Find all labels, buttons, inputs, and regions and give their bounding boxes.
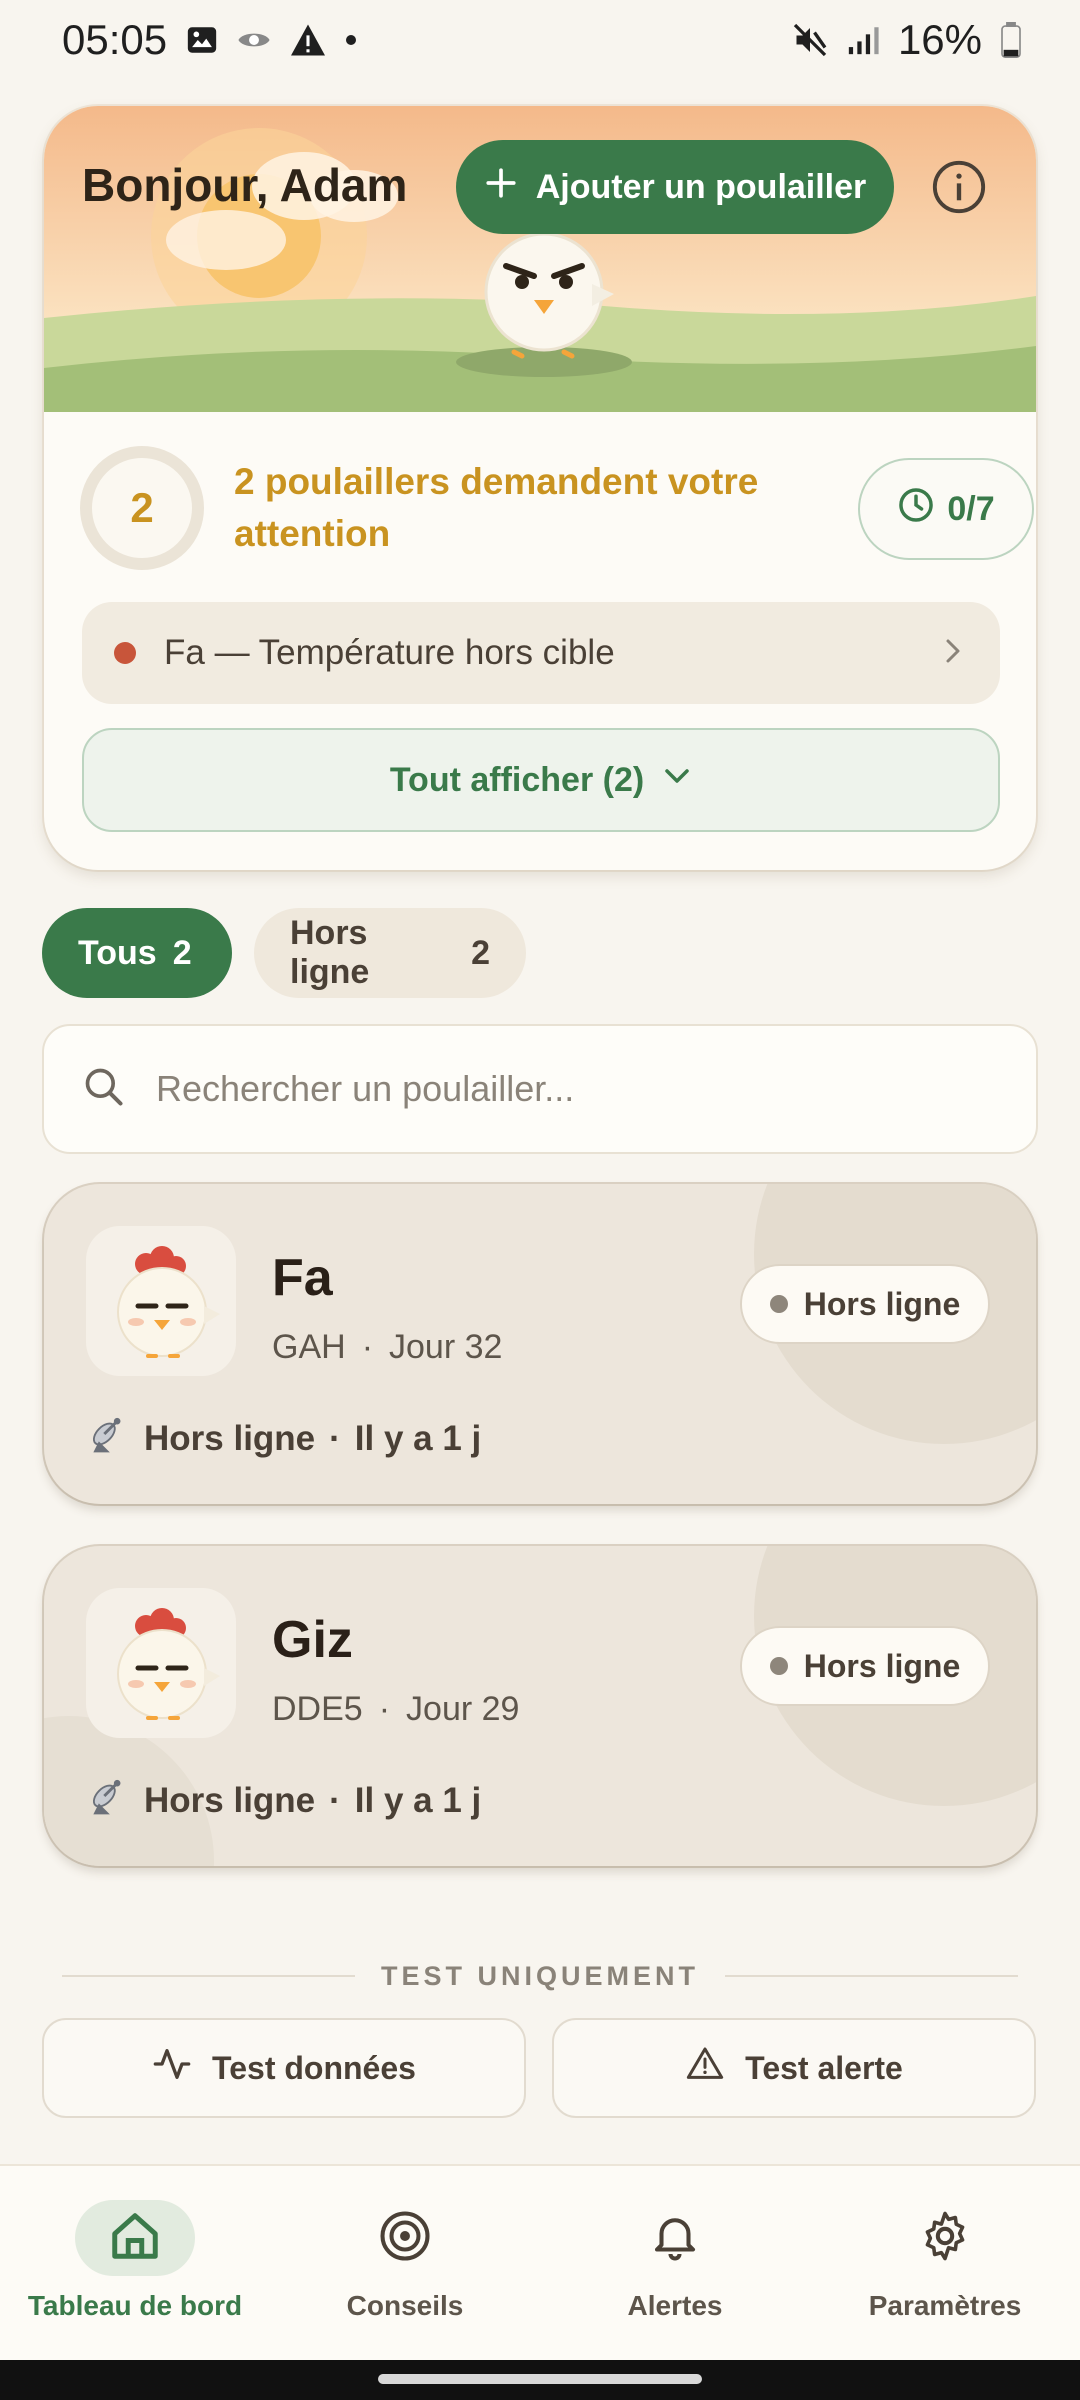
- info-icon: [930, 160, 988, 220]
- show-all-button[interactable]: Tout afficher (2): [82, 728, 1000, 832]
- divider-line: [62, 1975, 355, 1977]
- chevron-down-icon: [662, 761, 692, 800]
- connection-status: Hors ligne · Il y a 1 j: [86, 1412, 481, 1465]
- nav-item-alerts[interactable]: Alertes: [540, 2166, 810, 2362]
- filter-label: Tous: [78, 933, 157, 972]
- filter-count: 2: [172, 933, 192, 972]
- coop-day: Jour 32: [389, 1328, 503, 1366]
- gear-icon: [918, 2209, 972, 2268]
- coop-subtitle: GAH · Jour 32: [272, 1328, 502, 1367]
- coop-card[interactable]: Fa GAH · Jour 32 Hors ligne Hors ligne ·…: [44, 1184, 1036, 1504]
- alert-dot: [114, 642, 136, 664]
- info-button[interactable]: [930, 158, 988, 216]
- add-coop-button[interactable]: Ajouter un poulailler: [456, 140, 894, 234]
- warning-icon: [289, 23, 327, 57]
- activity-icon: [152, 2044, 192, 2092]
- greeting: Bonjour, Adam: [82, 159, 408, 211]
- filter-chip-all[interactable]: Tous 2: [42, 908, 232, 998]
- test-alert-button[interactable]: Test alerte: [552, 2018, 1036, 2118]
- clock-icon: [897, 486, 935, 533]
- status-label: Hors ligne: [803, 1647, 961, 1684]
- status-time: 05:05: [62, 16, 168, 63]
- attention-count: 2: [80, 446, 204, 570]
- battery-icon: [1000, 22, 1022, 58]
- mute-icon: [792, 22, 828, 58]
- image-icon: [185, 23, 219, 57]
- separator: ·: [329, 1418, 341, 1458]
- filter-label: Hors ligne: [290, 914, 370, 991]
- nav-label: Alertes: [627, 2290, 723, 2321]
- nav-label: Tableau de bord: [27, 2290, 243, 2321]
- separator: ·: [361, 1328, 374, 1366]
- target-icon: [378, 2209, 432, 2268]
- test-alert-label: Test alerte: [745, 2049, 903, 2086]
- divider-line: [725, 1975, 1019, 1977]
- search-placeholder: Rechercher un poulailler...: [156, 1068, 575, 1109]
- connection-label: Hors ligne: [144, 1418, 316, 1458]
- gesture-handle[interactable]: [378, 2374, 702, 2384]
- chicken-avatar: [86, 1226, 236, 1376]
- alert-text: Fa — Température hors cible: [164, 633, 615, 672]
- gesture-bar: [0, 2360, 1080, 2400]
- coop-code: GAH: [272, 1328, 346, 1366]
- coop-day: Jour 29: [406, 1690, 520, 1728]
- status-dot: [769, 1657, 788, 1675]
- warning-icon: [685, 2044, 725, 2092]
- test-label: TEST UNIQUEMENT: [381, 1960, 700, 1991]
- home-icon: [108, 2209, 162, 2268]
- plus-icon: [484, 166, 518, 209]
- nav-label: Conseils: [346, 2290, 464, 2321]
- status-bar: 05:05 16%: [0, 0, 1080, 80]
- nav-item-settings[interactable]: Paramètres: [810, 2166, 1080, 2362]
- search-icon: [82, 1065, 126, 1114]
- last-seen: Il y a 1 j: [354, 1780, 482, 1820]
- status-label: Hors ligne: [803, 1285, 961, 1322]
- show-all-label: Tout afficher (2): [389, 760, 645, 799]
- nav-item-tips[interactable]: Conseils: [270, 2166, 540, 2362]
- connection-status: Hors ligne · Il y a 1 j: [86, 1774, 481, 1827]
- signal-icon: [846, 23, 880, 57]
- status-badge: Hors ligne: [740, 1626, 990, 1706]
- separator: ·: [378, 1690, 391, 1728]
- battery-percent: 16%: [897, 16, 982, 63]
- attention-message: 2 poulaillers demandent votre attention: [234, 461, 759, 554]
- filter-chip-offline[interactable]: Hors ligne 2: [254, 908, 526, 998]
- attention-summary: 2 2 poulaillers demandent votre attentio…: [80, 446, 1034, 570]
- status-badge: Hors ligne: [740, 1264, 990, 1344]
- coop-code: DDE5: [272, 1690, 363, 1728]
- chevron-right-icon: [938, 636, 968, 671]
- hero-card: Bonjour, Adam Ajouter un poulailler 2 2 …: [44, 106, 1036, 870]
- coop-card[interactable]: Giz DDE5 · Jour 29 Hors ligne Hors ligne…: [44, 1546, 1036, 1866]
- search-input[interactable]: Rechercher un poulailler...: [42, 1024, 1038, 1154]
- add-coop-label: Ajouter un poulailler: [535, 167, 867, 206]
- test-data-label: Test données: [212, 2049, 416, 2086]
- coop-name: Fa: [272, 1249, 333, 1307]
- status-dot: [769, 1295, 788, 1313]
- test-data-button[interactable]: Test données: [42, 2018, 526, 2118]
- last-seen: Il y a 1 j: [354, 1418, 482, 1458]
- satellite-icon: [86, 1774, 130, 1827]
- filter-count: 2: [471, 933, 490, 972]
- nav-item-dashboard[interactable]: Tableau de bord: [0, 2166, 270, 2362]
- connection-label: Hors ligne: [144, 1780, 316, 1820]
- satellite-icon: [86, 1412, 130, 1465]
- alert-item[interactable]: Fa — Température hors cible: [82, 602, 1000, 704]
- test-divider: TEST UNIQUEMENT: [62, 1956, 1019, 1996]
- chicken-avatar: [86, 1588, 236, 1738]
- timer-pill[interactable]: 0/7: [858, 458, 1034, 560]
- separator: ·: [329, 1780, 341, 1820]
- coop-name: Giz: [272, 1611, 353, 1669]
- dot-icon: [345, 34, 357, 46]
- eye-icon: [237, 27, 271, 53]
- timer-value: 0/7: [947, 489, 995, 528]
- coop-subtitle: DDE5 · Jour 29: [272, 1690, 519, 1729]
- nav-label: Paramètres: [868, 2290, 1022, 2321]
- bell-icon: [648, 2209, 702, 2268]
- bottom-nav: Tableau de bord Conseils Alertes Paramèt…: [0, 2164, 1080, 2360]
